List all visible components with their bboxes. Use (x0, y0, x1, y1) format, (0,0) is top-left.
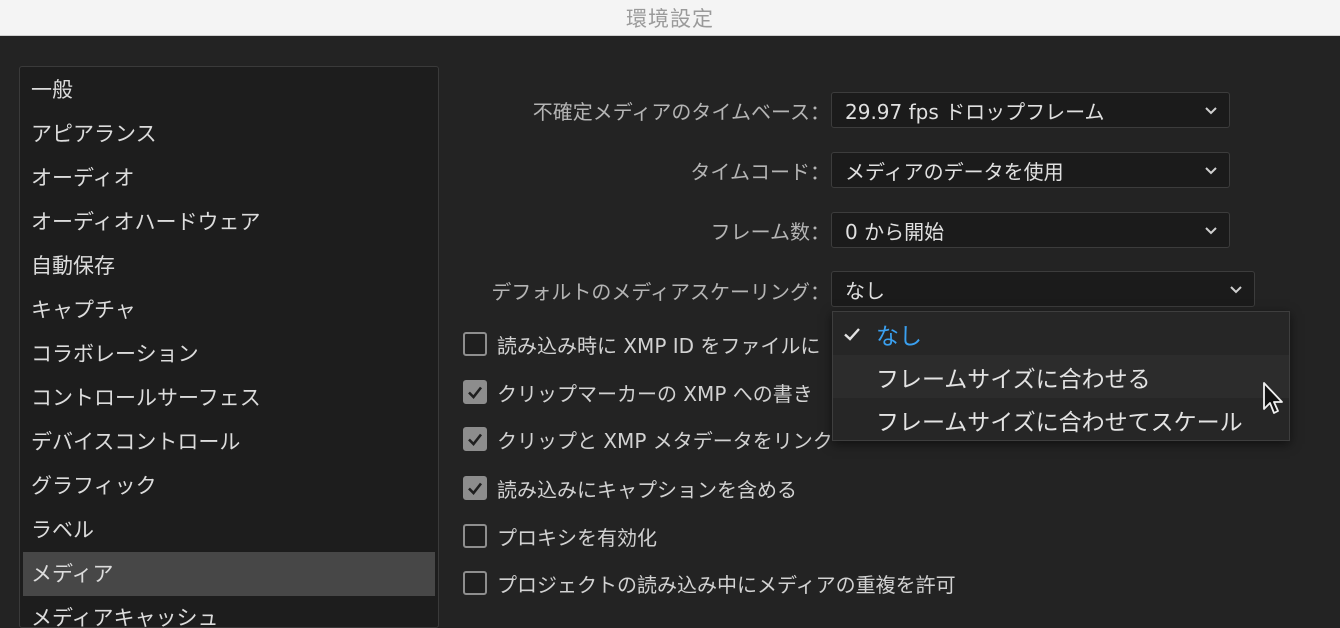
sidebar-item-capture[interactable]: キャプチャ (20, 288, 438, 332)
preferences-sidebar: 一般 アピアランス オーディオ オーディオハードウェア 自動保存 キャプチャ コ… (19, 66, 439, 628)
sidebar-item-labels[interactable]: ラベル (20, 508, 438, 552)
sidebar-item-control-surface[interactable]: コントロールサーフェス (20, 376, 438, 420)
sidebar-item-auto-save[interactable]: 自動保存 (20, 244, 438, 288)
menu-item-label: フレームサイズに合わせてスケール (876, 409, 1243, 436)
checkmark-icon (468, 433, 483, 446)
checkmark-icon (844, 328, 860, 341)
chevron-down-icon (1205, 227, 1217, 235)
frame-count-row: フレーム数： (440, 200, 830, 260)
checkbox-label: プロジェクトの読み込み中にメディアの重複を許可 (497, 572, 956, 597)
checkbox-clip-marker-xmp[interactable] (463, 380, 487, 404)
chevron-down-icon (1205, 167, 1217, 175)
sidebar-item-general[interactable]: 一般 (20, 68, 438, 112)
sidebar-item-media[interactable]: メディア (23, 552, 435, 596)
checkbox-label: クリップマーカーの XMP への書き (497, 381, 813, 406)
menu-item-scale-to-frame-size[interactable]: フレームサイズに合わせる (833, 355, 1289, 398)
checkbox-row-include-captions[interactable]: 読み込みにキャプションを含める (463, 468, 797, 508)
checkbox-row-link-xmp[interactable]: クリップと XMP メタデータをリンク (463, 419, 833, 459)
scaling-dropdown-menu: なし フレームサイズに合わせる フレームサイズに合わせてスケール (832, 311, 1290, 441)
chevron-down-icon (1205, 107, 1217, 115)
scaling-row: デフォルトのメディアスケーリング： (440, 260, 830, 320)
menu-item-label: なし (876, 323, 922, 350)
checkbox-label: 読み込み時に XMP ID をファイルに (497, 333, 821, 358)
timebase-select[interactable]: 29.97 fps ドロップフレーム (831, 92, 1230, 128)
scaling-select[interactable]: なし (831, 271, 1255, 307)
checkmark-icon (468, 386, 483, 399)
checkbox-row-write-xmp-id[interactable]: 読み込み時に XMP ID をファイルに (463, 324, 820, 364)
checkbox-write-xmp-id[interactable] (463, 332, 487, 356)
scaling-value: なし (845, 278, 885, 303)
scaling-label: デフォルトのメディアスケーリング： (491, 279, 830, 304)
checkbox-include-captions[interactable] (463, 476, 487, 500)
timebase-label: 不確定メディアのタイムベース： (532, 99, 830, 124)
checkbox-row-allow-duplicate-media[interactable]: プロジェクトの読み込み中にメディアの重複を許可 (463, 563, 956, 603)
timecode-select[interactable]: メディアのデータを使用 (831, 152, 1230, 188)
menu-item-set-to-frame-size[interactable]: フレームサイズに合わせてスケール (833, 398, 1289, 441)
sidebar-item-graphics[interactable]: グラフィック (20, 464, 438, 508)
mouse-pointer-icon (1263, 382, 1283, 414)
timecode-label: タイムコード： (690, 159, 830, 184)
checkbox-allow-duplicate-media[interactable] (463, 571, 487, 595)
timebase-value: 29.97 fps ドロップフレーム (845, 99, 1105, 124)
frame-count-select[interactable]: 0 から開始 (831, 212, 1230, 248)
menu-item-none[interactable]: なし (833, 312, 1289, 355)
title-bar: 環境設定 (0, 0, 1340, 36)
timebase-row: 不確定メディアのタイムベース： (440, 80, 830, 140)
checkmark-icon (468, 482, 483, 495)
sidebar-item-device-control[interactable]: デバイスコントロール (20, 420, 438, 464)
frame-count-label: フレーム数： (710, 219, 830, 244)
timecode-row: タイムコード： (440, 140, 830, 200)
timecode-value: メディアのデータを使用 (845, 159, 1064, 184)
sidebar-item-collaboration[interactable]: コラボレーション (20, 332, 438, 376)
checkbox-label: プロキシを有効化 (497, 525, 657, 550)
sidebar-item-audio[interactable]: オーディオ (20, 156, 438, 200)
checkbox-row-enable-proxies[interactable]: プロキシを有効化 (463, 516, 657, 556)
checkbox-label: クリップと XMP メタデータをリンク (497, 428, 833, 453)
checkbox-row-clip-marker-xmp[interactable]: クリップマーカーの XMP への書き (463, 372, 813, 412)
chevron-down-icon (1230, 286, 1242, 294)
menu-item-label: フレームサイズに合わせる (876, 366, 1151, 393)
checkbox-enable-proxies[interactable] (463, 524, 487, 548)
sidebar-item-audio-hardware[interactable]: オーディオハードウェア (20, 200, 438, 244)
sidebar-item-media-cache[interactable]: メディアキャッシュ (20, 596, 438, 627)
frame-count-value: 0 から開始 (845, 219, 945, 244)
sidebar-item-appearance[interactable]: アピアランス (20, 112, 438, 156)
checkbox-link-xmp-metadata[interactable] (463, 427, 487, 451)
checkbox-label: 読み込みにキャプションを含める (497, 477, 797, 502)
window-title: 環境設定 (626, 6, 714, 31)
